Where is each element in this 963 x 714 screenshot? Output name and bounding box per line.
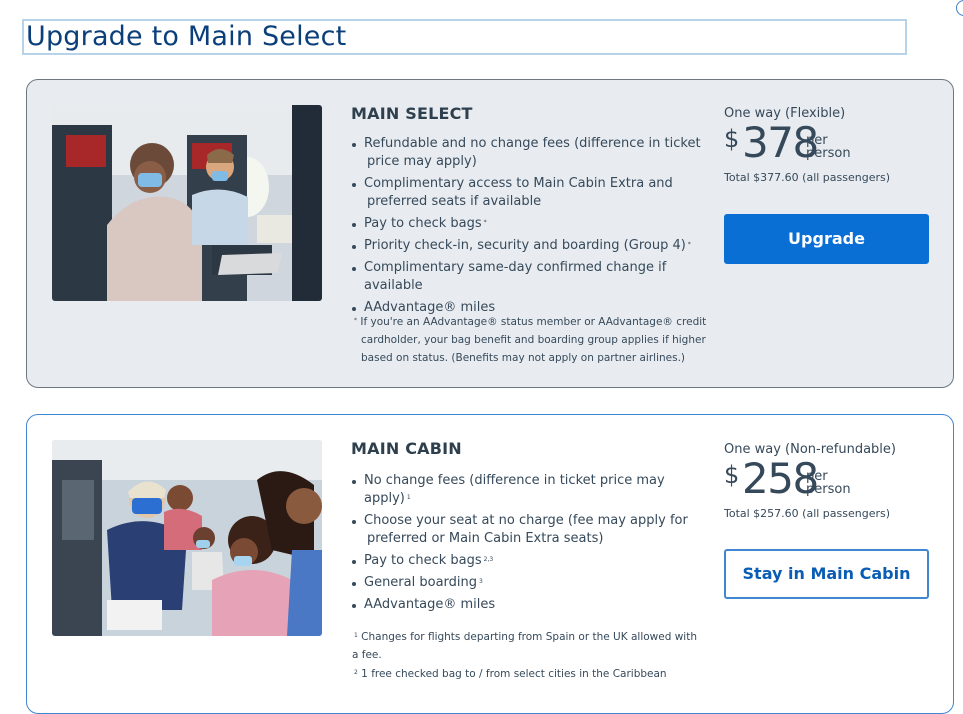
footnote-text: a fee. — [352, 649, 382, 661]
price: $ 378 per person — [724, 120, 934, 169]
total-price: Total $377.60 (all passengers) — [724, 171, 891, 184]
benefit-item: Complimentary same-day confirmed change … — [351, 259, 711, 295]
benefit-item: General boarding 3 — [351, 574, 711, 592]
footnote-ref[interactable]: 3 — [479, 578, 483, 585]
footnote-mark: 1 — [354, 632, 358, 639]
fare-card-main-cabin: MAIN CABIN No change fees (difference in… — [26, 414, 954, 714]
stay-in-main-cabin-button[interactable]: Stay in Main Cabin — [724, 549, 929, 599]
footnote-mark: 2 — [354, 669, 358, 676]
footnote-ref[interactable]: 2,3 — [484, 556, 494, 563]
footnote: 1 Changes for flights departing from Spa… — [352, 628, 712, 664]
footnote-text: If you're an AAdvantage® status member o… — [360, 316, 707, 328]
footnote-text: 1 free checked bag to / from select citi… — [361, 668, 667, 680]
footnote-text: Changes for flights departing from Spain… — [361, 631, 697, 643]
fare-name: MAIN CABIN — [351, 439, 462, 458]
main-select-photo — [52, 105, 322, 301]
benefit-list: No change fees (difference in ticket pri… — [351, 472, 711, 618]
currency-symbol: $ — [724, 461, 740, 489]
fare-name: MAIN SELECT — [351, 104, 473, 123]
footnote-text: cardholder, your bag benefit and boardin… — [361, 334, 706, 346]
benefit-text: Choose your seat at no charge (fee may a… — [364, 513, 688, 528]
benefit-text: General boarding — [364, 575, 478, 590]
price-box: One way (Flexible) $ 378 per person Total… — [724, 106, 934, 184]
currency-symbol: $ — [724, 125, 740, 153]
price-box: One way (Non-refundable) $ 258 per person… — [724, 442, 934, 520]
benefit-text: AAdvantage® miles — [364, 597, 496, 612]
benefit-text: Priority check-in, security and boarding… — [364, 238, 686, 253]
benefit-item: Choose your seat at no charge (fee may a… — [351, 512, 711, 548]
footnote-mark: * — [354, 317, 357, 324]
benefit-item: Complimentary access to Main Cabin Extra… — [351, 175, 711, 211]
benefit-text-cont: preferred seats if available — [367, 194, 542, 209]
per-person-label: per person — [806, 469, 851, 497]
benefit-text: Refundable and no change fees (differenc… — [364, 136, 701, 151]
benefit-list: Refundable and no change fees (differenc… — [351, 135, 711, 321]
benefit-item: Priority check-in, security and boarding… — [351, 237, 711, 255]
benefit-item: Refundable and no change fees (differenc… — [351, 135, 711, 171]
benefit-item: Pay to check bags 2,3 — [351, 552, 711, 570]
benefit-text: Pay to check bags — [364, 553, 482, 568]
info-icon[interactable] — [956, 0, 963, 16]
price: $ 258 per person — [724, 456, 934, 505]
footnote-ref[interactable]: 1 — [407, 494, 411, 501]
footnote-text: based on status. (Benefits may not apply… — [361, 352, 686, 364]
benefit-text: Pay to check bags — [364, 216, 482, 231]
main-cabin-photo — [52, 440, 322, 636]
benefit-item: AAdvantage® miles — [351, 596, 711, 614]
benefit-text-cont: preferred or Main Cabin Extra seats) — [367, 531, 604, 546]
per-person-label: per person — [806, 133, 851, 161]
fare-card-main-select: MAIN SELECT Refundable and no change fee… — [26, 79, 954, 388]
benefit-text: Complimentary same-day confirmed change … — [364, 260, 667, 293]
benefit-text-cont: price may apply) — [367, 154, 477, 169]
benefit-item: No change fees (difference in ticket pri… — [351, 472, 711, 508]
upgrade-button[interactable]: Upgrade — [724, 214, 929, 264]
footnote-ref[interactable]: * — [484, 219, 487, 226]
benefit-item: Pay to check bags * — [351, 215, 711, 233]
benefit-text: Complimentary access to Main Cabin Extra… — [364, 176, 673, 191]
page-title: Upgrade to Main Select — [22, 19, 907, 55]
total-price: Total $257.60 (all passengers) — [724, 507, 891, 520]
footnote-ref[interactable]: * — [688, 241, 691, 248]
footnote: 2 1 free checked bag to / from select ci… — [352, 665, 712, 683]
benefit-text: No change fees (difference in ticket pri… — [364, 473, 665, 506]
footnote: * If you're an AAdvantage® status member… — [352, 313, 712, 367]
